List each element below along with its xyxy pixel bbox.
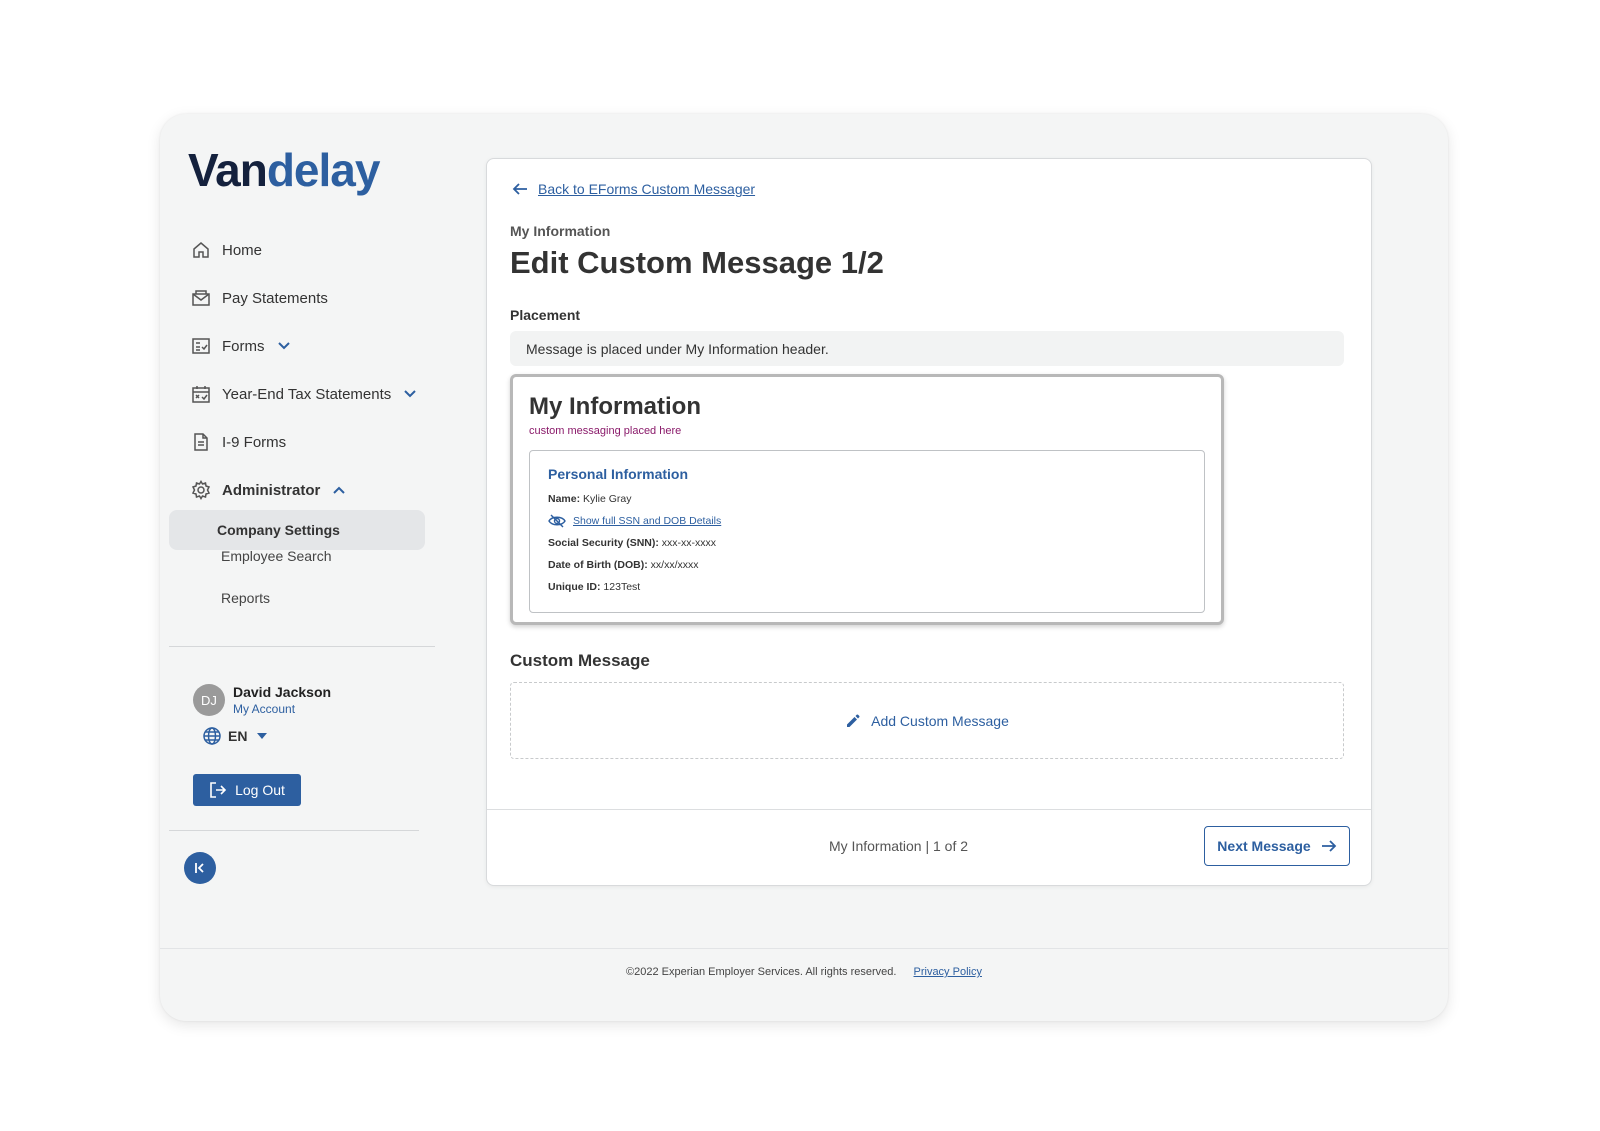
arrow-right-icon xyxy=(1321,840,1336,852)
unique-id-label: Unique ID: xyxy=(548,581,601,593)
page-eyebrow: My Information xyxy=(510,223,611,239)
footer-divider xyxy=(160,948,1448,949)
chevron-down-icon[interactable] xyxy=(403,387,417,401)
sidebar-item-label: Forms xyxy=(222,337,265,355)
next-message-button[interactable]: Next Message xyxy=(1204,826,1350,866)
preview-placement-note: custom messaging placed here xyxy=(529,425,682,437)
dob-value: xx/xx/xxxx xyxy=(650,559,699,571)
name-row: Name: Kylie Gray xyxy=(548,493,631,505)
sidebar-nav: Home Pay Statements Forms Year-End Tax S… xyxy=(190,226,450,514)
home-icon xyxy=(190,239,212,261)
pencil-icon xyxy=(847,714,860,727)
sidebar-item-company-settings[interactable]: Company Settings xyxy=(169,510,425,550)
logo-part-1: Van xyxy=(188,144,268,196)
log-out-label: Log Out xyxy=(235,782,285,798)
placement-description: Message is placed under My Information h… xyxy=(510,331,1344,366)
custom-message-dropzone[interactable]: Add Custom Message xyxy=(510,682,1344,759)
my-account-link[interactable]: My Account xyxy=(233,702,331,716)
avatar: DJ xyxy=(193,684,225,716)
language-selector[interactable]: EN xyxy=(202,726,268,746)
privacy-policy-link[interactable]: Privacy Policy xyxy=(914,966,982,978)
next-message-label: Next Message xyxy=(1217,838,1311,854)
copyright-text: ©2022 Experian Employer Services. All ri… xyxy=(626,966,897,978)
dob-row: Date of Birth (DOB): xx/xx/xxxx xyxy=(548,559,699,571)
sidebar-divider xyxy=(169,646,435,647)
pagination-status: My Information | 1 of 2 xyxy=(829,838,969,854)
back-link-label: Back to EForms Custom Messager xyxy=(538,181,756,197)
sidebar-item-label: Administrator xyxy=(222,481,321,499)
document-icon xyxy=(190,431,212,453)
custom-message-label: Custom Message xyxy=(510,651,650,670)
sidebar-item-home[interactable]: Home xyxy=(190,226,450,274)
user-name: David Jackson xyxy=(233,684,332,700)
placement-label: Placement xyxy=(510,307,581,323)
gear-icon xyxy=(190,479,212,501)
checklist-icon xyxy=(190,335,212,357)
chevron-down-icon[interactable] xyxy=(277,339,291,353)
envelope-icon xyxy=(190,287,212,309)
page-title: Edit Custom Message 1/2 xyxy=(510,245,884,280)
add-custom-message-label: Add Custom Message xyxy=(871,712,1009,729)
ssn-label: Social Security (SNN): xyxy=(548,537,659,549)
language-code: EN xyxy=(228,728,248,744)
arrow-left-icon xyxy=(512,183,527,195)
add-custom-message-button[interactable]: Add Custom Message xyxy=(845,713,1009,729)
sidebar-item-administrator[interactable]: Administrator xyxy=(190,466,450,514)
collapse-left-icon xyxy=(195,863,204,873)
eye-off-icon xyxy=(548,514,566,528)
sidebar-divider xyxy=(169,830,419,831)
name-value: Kylie Gray xyxy=(583,493,632,505)
logo-part-2: delay xyxy=(266,144,381,196)
user-profile[interactable]: DJ David Jackson My Account xyxy=(193,684,331,716)
preview-title: My Information xyxy=(529,393,701,420)
edit-message-card: Back to EForms Custom Messager My Inform… xyxy=(486,158,1372,886)
sidebar-item-label: Year-End Tax Statements xyxy=(222,385,392,403)
placement-preview: My Information custom messaging placed h… xyxy=(510,374,1224,625)
page-footer: ©2022 Experian Employer Services. All ri… xyxy=(160,966,1448,978)
personal-info-title: Personal Information xyxy=(548,466,689,482)
sidebar-item-employee-search[interactable]: Employee Search xyxy=(221,548,332,564)
collapse-sidebar-button[interactable] xyxy=(184,852,216,884)
caret-down-icon xyxy=(257,733,268,739)
dob-label: Date of Birth (DOB): xyxy=(548,559,648,571)
log-out-button[interactable]: Log Out xyxy=(193,774,301,806)
sidebar-item-i9-forms[interactable]: I-9 Forms xyxy=(190,418,450,466)
personal-info-panel: Personal Information Name: Kylie Gray Sh… xyxy=(529,450,1205,613)
sidebar-item-reports[interactable]: Reports xyxy=(221,590,270,606)
sidebar-item-label: Home xyxy=(222,241,263,259)
sidebar-item-label: I-9 Forms xyxy=(222,433,287,451)
sidebar-item-year-end-tax[interactable]: Year-End Tax Statements xyxy=(190,370,450,418)
calendar-check-icon xyxy=(190,383,212,405)
name-label: Name: xyxy=(548,493,581,505)
sidebar-item-pay-statements[interactable]: Pay Statements xyxy=(190,274,450,322)
back-link[interactable]: Back to EForms Custom Messager xyxy=(512,181,755,197)
logout-icon xyxy=(210,782,227,798)
show-details-label: Show full SSN and DOB Details xyxy=(573,515,722,527)
show-details-link[interactable]: Show full SSN and DOB Details xyxy=(548,514,721,528)
unique-id-row: Unique ID: 123Test xyxy=(548,581,640,593)
unique-id-value: 123Test xyxy=(603,581,641,593)
ssn-row: Social Security (SNN): xxx-xx-xxxx xyxy=(548,537,716,549)
card-footer-divider xyxy=(487,809,1371,810)
chevron-up-icon[interactable] xyxy=(332,483,346,497)
ssn-value: xxx-xx-xxxx xyxy=(661,537,717,549)
vandelay-logo[interactable]: Vandelay xyxy=(188,142,381,198)
sidebar-item-label: Company Settings xyxy=(217,522,340,538)
globe-icon xyxy=(202,726,222,746)
app-window: Vandelay Home Pay Statements Forms Year-… xyxy=(160,114,1448,1021)
sidebar-item-forms[interactable]: Forms xyxy=(190,322,450,370)
sidebar-item-label: Pay Statements xyxy=(222,289,328,307)
